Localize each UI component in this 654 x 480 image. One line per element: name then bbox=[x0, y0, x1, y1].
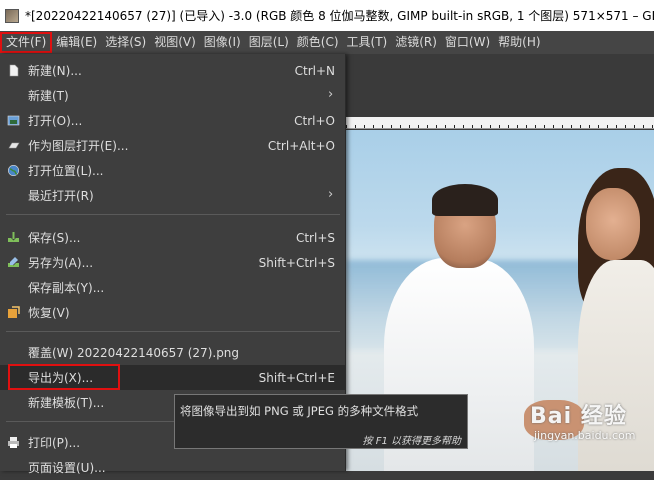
menu-item-label: 新建(N)... bbox=[28, 64, 82, 78]
menu-filters[interactable]: 滤镜(R) bbox=[391, 32, 441, 53]
menu-separator bbox=[6, 214, 340, 215]
horizontal-ruler[interactable] bbox=[346, 117, 654, 129]
menu-tools[interactable]: 工具(T) bbox=[343, 32, 392, 53]
menu-item-open-location[interactable]: 打开位置(L)... bbox=[0, 158, 346, 183]
menu-item-open[interactable]: 打开(O)... Ctrl+O bbox=[0, 108, 346, 133]
menu-edit[interactable]: 编辑(E) bbox=[52, 32, 101, 53]
menu-help[interactable]: 帮助(H) bbox=[494, 32, 544, 53]
baidu-watermark: Bai 经验 jingyan.baidu.com bbox=[530, 398, 636, 442]
menu-item-label: 打印(P)... bbox=[28, 436, 81, 450]
menu-file[interactable]: 文件(F) bbox=[0, 32, 53, 53]
menu-item-label: 新建模板(T)... bbox=[28, 396, 105, 410]
menu-windows[interactable]: 窗口(W) bbox=[441, 32, 494, 53]
menu-item-create[interactable]: 新建(T) › bbox=[0, 83, 346, 108]
menu-item-label: 保存副本(Y)... bbox=[28, 281, 105, 295]
menu-select[interactable]: 选择(S) bbox=[101, 32, 150, 53]
save-as-icon bbox=[8, 257, 19, 267]
menu-item-new[interactable]: 新建(N)... Ctrl+N bbox=[0, 58, 346, 83]
submenu-chevron-icon: › bbox=[328, 187, 334, 202]
menu-item-open-as-layers[interactable]: 作为图层打开(E)... Ctrl+Alt+O bbox=[0, 133, 346, 158]
submenu-chevron-icon: › bbox=[328, 87, 334, 102]
print-icon bbox=[8, 437, 19, 448]
menu-item-label: 页面设置(U)... bbox=[28, 461, 106, 475]
menu-separator bbox=[6, 331, 340, 332]
menu-colors[interactable]: 颜色(C) bbox=[293, 32, 343, 53]
menu-item-save-as[interactable]: 另存为(A)... Shift+Ctrl+S bbox=[0, 250, 346, 275]
photo-woman-head bbox=[586, 188, 640, 260]
tooltip-help-hint: 按 F1 以获得更多帮助 bbox=[362, 436, 461, 447]
export-as-highlight-box bbox=[8, 364, 120, 390]
save-icon bbox=[8, 232, 19, 242]
menu-item-shortcut: Shift+Ctrl+E bbox=[258, 370, 335, 385]
gimp-app-icon bbox=[5, 8, 19, 23]
menu-item-label: 打开位置(L)... bbox=[28, 164, 104, 178]
menu-item-label: 恢复(V) bbox=[28, 306, 70, 320]
menu-item-revert[interactable]: 恢复(V) bbox=[0, 300, 346, 325]
menu-item-label: 作为图层打开(E)... bbox=[28, 139, 129, 153]
menu-item-label: 新建(T) bbox=[28, 89, 69, 103]
open-location-icon bbox=[8, 165, 19, 176]
window-titlebar: *[20220422140657 (27)] (已导入) -3.0 (RGB 颜… bbox=[0, 0, 654, 31]
menu-item-overwrite[interactable]: 覆盖(W) 20220422140657 (27).png bbox=[0, 340, 346, 365]
export-tooltip: 将图像导出到如 PNG 或 JPEG 的多种文件格式 按 F1 以获得更多帮助 bbox=[174, 394, 468, 449]
menu-item-label: 打开(O)... bbox=[28, 114, 83, 128]
menu-item-save[interactable]: 保存(S)... Ctrl+S bbox=[0, 225, 346, 250]
open-as-layer-icon bbox=[8, 142, 20, 149]
menu-view[interactable]: 视图(V) bbox=[150, 32, 200, 53]
open-image-icon bbox=[7, 115, 20, 126]
menu-item-shortcut: Ctrl+S bbox=[295, 230, 335, 245]
menu-item-shortcut: Ctrl+O bbox=[294, 113, 335, 128]
watermark-main: Bai 经验 bbox=[530, 404, 627, 429]
menu-item-open-recent[interactable]: 最近打开(R) › bbox=[0, 183, 346, 208]
menubar: 文件(F) 编辑(E) 选择(S) 视图(V) 图像(I) 图层(L) 颜色(C… bbox=[0, 31, 654, 54]
tooltip-text: 将图像导出到如 PNG 或 JPEG 的多种文件格式 bbox=[180, 404, 419, 418]
menu-item-label: 覆盖(W) 20220422140657 (27).png bbox=[28, 346, 240, 360]
new-document-icon bbox=[9, 64, 19, 77]
menu-item-label: 最近打开(R) bbox=[28, 189, 94, 203]
menu-layer[interactable]: 图层(L) bbox=[245, 32, 293, 53]
watermark-sub: jingyan.baidu.com bbox=[534, 429, 636, 442]
photo-man-hair bbox=[432, 184, 498, 216]
menu-item-label: 保存(S)... bbox=[28, 231, 81, 245]
menu-item-label: 另存为(A)... bbox=[28, 256, 94, 270]
menu-item-page-setup[interactable]: 页面设置(U)... bbox=[0, 455, 346, 480]
menu-image[interactable]: 图像(I) bbox=[200, 32, 245, 53]
menu-item-save-copy[interactable]: 保存副本(Y)... bbox=[0, 275, 346, 300]
menu-item-shortcut: Shift+Ctrl+S bbox=[258, 255, 335, 270]
revert-icon bbox=[8, 306, 20, 318]
window-title: *[20220422140657 (27)] (已导入) -3.0 (RGB 颜… bbox=[25, 9, 654, 23]
menu-item-shortcut: Ctrl+Alt+O bbox=[267, 138, 335, 153]
menu-item-shortcut: Ctrl+N bbox=[294, 63, 335, 78]
